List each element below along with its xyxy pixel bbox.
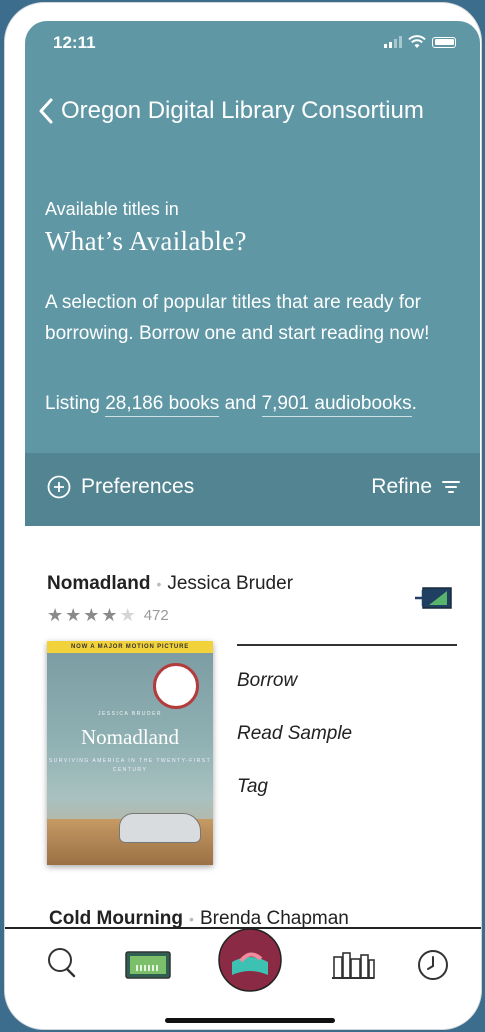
star-icon: ★ bbox=[83, 605, 100, 625]
chevron-left-icon bbox=[39, 98, 53, 124]
book-heading: Nomadland • Jessica Bruder bbox=[47, 573, 293, 595]
status-time: 12:11 bbox=[53, 33, 96, 52]
trailer-image bbox=[119, 813, 201, 843]
star-empty-icon: ★ bbox=[119, 605, 136, 625]
add-to-device-icon[interactable] bbox=[413, 585, 453, 611]
search-icon[interactable] bbox=[47, 947, 77, 979]
rating: ★ ★ ★ ★ ★ 472 bbox=[47, 605, 169, 626]
library-card-icon[interactable] bbox=[125, 951, 171, 979]
audiobooks-count-link[interactable]: 7,901 audiobooks bbox=[261, 393, 412, 417]
separator-dot: • bbox=[189, 910, 194, 927]
cover-subtitle: SURVIVING AMERICA IN THE TWENTY-FIRST CE… bbox=[48, 758, 212, 773]
preferences-button[interactable]: Preferences bbox=[47, 475, 194, 499]
star-icon: ★ bbox=[47, 605, 64, 625]
battery-icon bbox=[432, 36, 456, 48]
book-cover[interactable]: NOW A MAJOR MOTION PICTURE JESSICA BRUDE… bbox=[47, 641, 213, 865]
refine-button[interactable]: Refine bbox=[371, 475, 460, 499]
history-icon[interactable] bbox=[417, 949, 449, 981]
preferences-label: Preferences bbox=[81, 475, 195, 498]
listing-suffix: . bbox=[411, 393, 417, 414]
signal-icon bbox=[384, 36, 402, 48]
next-book-author[interactable]: Brenda Chapman bbox=[200, 908, 349, 929]
cover-title: Nomadland bbox=[81, 725, 179, 749]
tab-bar bbox=[5, 927, 481, 1029]
shelf-icon[interactable] bbox=[329, 951, 377, 979]
book-author[interactable]: Jessica Bruder bbox=[167, 573, 293, 594]
back-label: Oregon Digital Library Consortium bbox=[61, 97, 424, 124]
borrow-button[interactable]: Borrow bbox=[237, 670, 297, 692]
listing-summary: Listing 28,186 books and 7,901 audiobook… bbox=[45, 393, 417, 417]
actions-divider bbox=[237, 644, 457, 646]
header-panel: 12:11 Oregon Digital Library Consortium … bbox=[25, 21, 480, 526]
award-seal-icon bbox=[153, 663, 199, 709]
refine-label: Refine bbox=[371, 475, 432, 498]
add-circle-icon bbox=[47, 475, 71, 499]
filter-icon bbox=[442, 481, 460, 493]
rating-count: 472 bbox=[143, 607, 169, 624]
read-sample-button[interactable]: Read Sample bbox=[237, 723, 352, 745]
home-logo-icon[interactable] bbox=[217, 927, 283, 993]
status-icons bbox=[384, 35, 456, 49]
home-indicator[interactable] bbox=[165, 1018, 335, 1023]
books-count-link[interactable]: 28,186 books bbox=[105, 393, 220, 417]
listing-prefix: Listing bbox=[45, 393, 100, 414]
book-title[interactable]: Nomadland bbox=[47, 573, 150, 594]
cover-author: JESSICA BRUDER bbox=[97, 711, 163, 717]
cover-banner: NOW A MAJOR MOTION PICTURE bbox=[47, 641, 213, 653]
filter-bar: Preferences Refine bbox=[25, 453, 480, 526]
wifi-icon bbox=[408, 35, 426, 48]
available-in-label: Available titles in bbox=[45, 199, 179, 219]
status-bar: 12:11 bbox=[25, 21, 480, 65]
page-description: A selection of popular titles that are r… bbox=[45, 292, 430, 344]
separator-dot: • bbox=[156, 575, 162, 592]
star-icon: ★ bbox=[65, 605, 82, 625]
tag-button[interactable]: Tag bbox=[237, 776, 268, 798]
phone-frame: 12:11 Oregon Digital Library Consortium … bbox=[4, 2, 482, 1030]
listing-and: and bbox=[224, 393, 257, 414]
page-title: What’s Available? bbox=[45, 226, 247, 256]
back-button[interactable]: Oregon Digital Library Consortium bbox=[39, 97, 424, 125]
star-icon: ★ bbox=[101, 605, 118, 625]
next-book-title[interactable]: Cold Mourning bbox=[49, 908, 183, 929]
